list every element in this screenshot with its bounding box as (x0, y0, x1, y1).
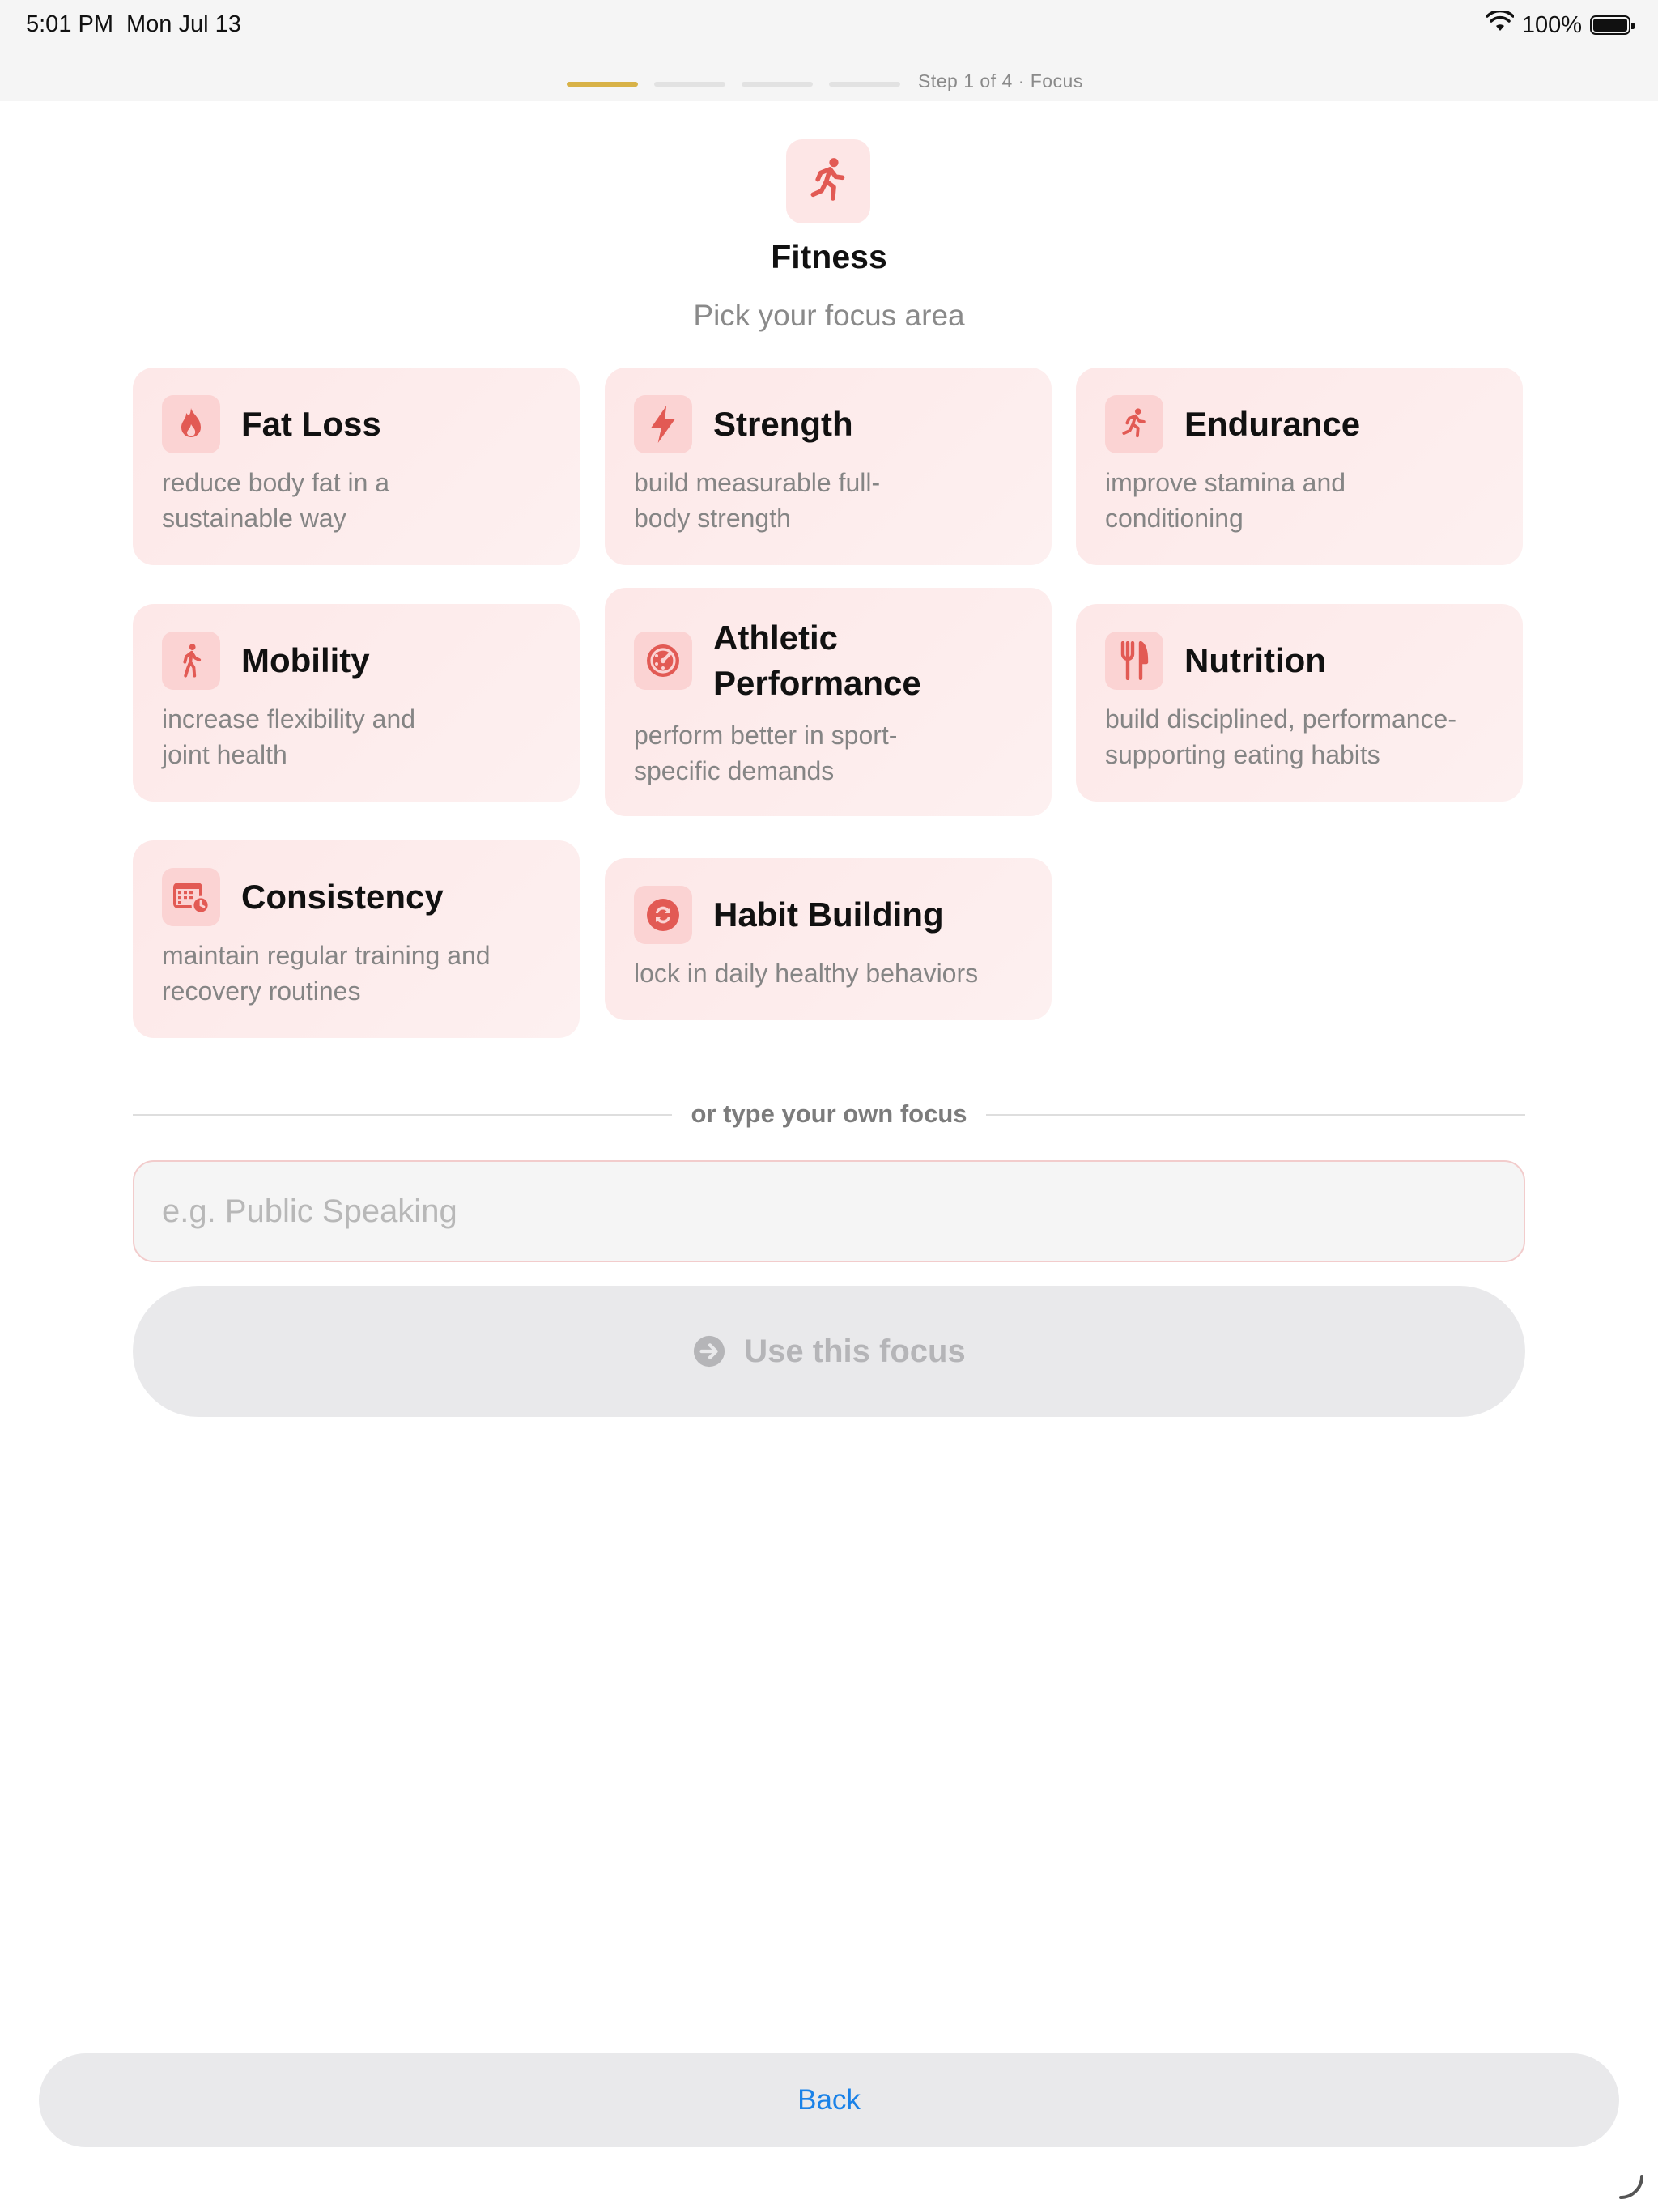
progress-segment (742, 81, 813, 87)
focus-card-fat-loss[interactable]: Fat Loss reduce body fat in a sustainabl… (133, 368, 580, 565)
card-description: increase flexibility and joint health (162, 704, 416, 769)
progress-segments (567, 81, 916, 87)
custom-focus-input[interactable] (133, 1160, 1525, 1262)
step-label: Step 1 of 4 · Focus (918, 70, 1083, 91)
page-title: Fitness (771, 238, 887, 275)
card-title: Consistency (241, 878, 444, 916)
focus-card-athletic-performance[interactable]: Athletic Performance perform better in s… (605, 588, 1052, 816)
card-title: Strength (713, 405, 853, 443)
card-title: Habit Building (713, 895, 944, 934)
divider-right (986, 1114, 1525, 1116)
arrow-right-circle-icon (694, 1335, 725, 1368)
card-description: reduce body fat in a sustainable way (162, 468, 390, 533)
battery-icon (1590, 15, 1635, 35)
running-person-icon (810, 158, 845, 201)
card-title: Mobility (241, 641, 370, 679)
focus-card-mobility[interactable]: Mobility increase flexibility and joint … (133, 604, 580, 802)
battery-fill (1593, 19, 1627, 32)
back-button-label: Back (797, 2084, 861, 2116)
battery-percent: 100% (1521, 11, 1582, 38)
step-progress: Step 1 of 4 · Focus (567, 70, 1083, 95)
card-description: improve stamina and conditioning (1105, 468, 1346, 533)
card-description: build measurable full-body strength (634, 468, 881, 533)
fitness-category-icon (786, 139, 870, 223)
focus-card-habit-building[interactable]: Habit Building lock in daily healthy beh… (605, 858, 1052, 1020)
fork-knife-icon (1105, 632, 1163, 690)
card-description: build disciplined, performance-supportin… (1105, 704, 1456, 769)
use-focus-button[interactable]: Use this focus (133, 1286, 1525, 1417)
focus-card-strength[interactable]: Strength build measurable full-body stre… (605, 368, 1052, 565)
page-subtitle: Pick your focus area (693, 299, 965, 332)
gauge-icon (634, 632, 692, 690)
focus-card-endurance[interactable]: Endurance improve stamina and conditioni… (1076, 368, 1523, 565)
status-right: 100% (1486, 9, 1635, 39)
card-description: lock in daily healthy behaviors (634, 959, 979, 988)
status-date: Mon Jul 13 (126, 11, 241, 37)
use-focus-button-label: Use this focus (744, 1333, 966, 1369)
wifi-icon (1486, 9, 1515, 39)
status-bar: 5:01 PM Mon Jul 13 100% Step 1 of 4 · Fo… (0, 0, 1658, 101)
back-button[interactable]: Back (39, 2053, 1619, 2147)
focus-card-nutrition[interactable]: Nutrition build disciplined, performance… (1076, 604, 1523, 802)
card-title: Athletic Performance (713, 619, 921, 702)
progress-segment (654, 81, 725, 87)
flame-icon (162, 395, 220, 453)
card-title: Endurance (1184, 405, 1361, 443)
card-description: perform better in sport-specific demands (634, 721, 898, 785)
card-title: Nutrition (1184, 641, 1326, 679)
card-description: maintain regular training and recovery r… (162, 941, 491, 1006)
resize-handle-icon (1619, 2175, 1643, 2199)
card-title: Fat Loss (241, 405, 381, 443)
running-person-icon (1105, 395, 1163, 453)
focus-card-consistency[interactable]: Consistency maintain regular training an… (133, 840, 580, 1038)
calendar-clock-icon (162, 868, 220, 926)
bolt-icon (634, 395, 692, 453)
progress-segment (567, 81, 638, 87)
progress-segment (829, 81, 900, 87)
walking-person-icon (162, 632, 220, 690)
status-time: 5:01 PM (26, 11, 113, 37)
repeat-icon (634, 886, 692, 944)
